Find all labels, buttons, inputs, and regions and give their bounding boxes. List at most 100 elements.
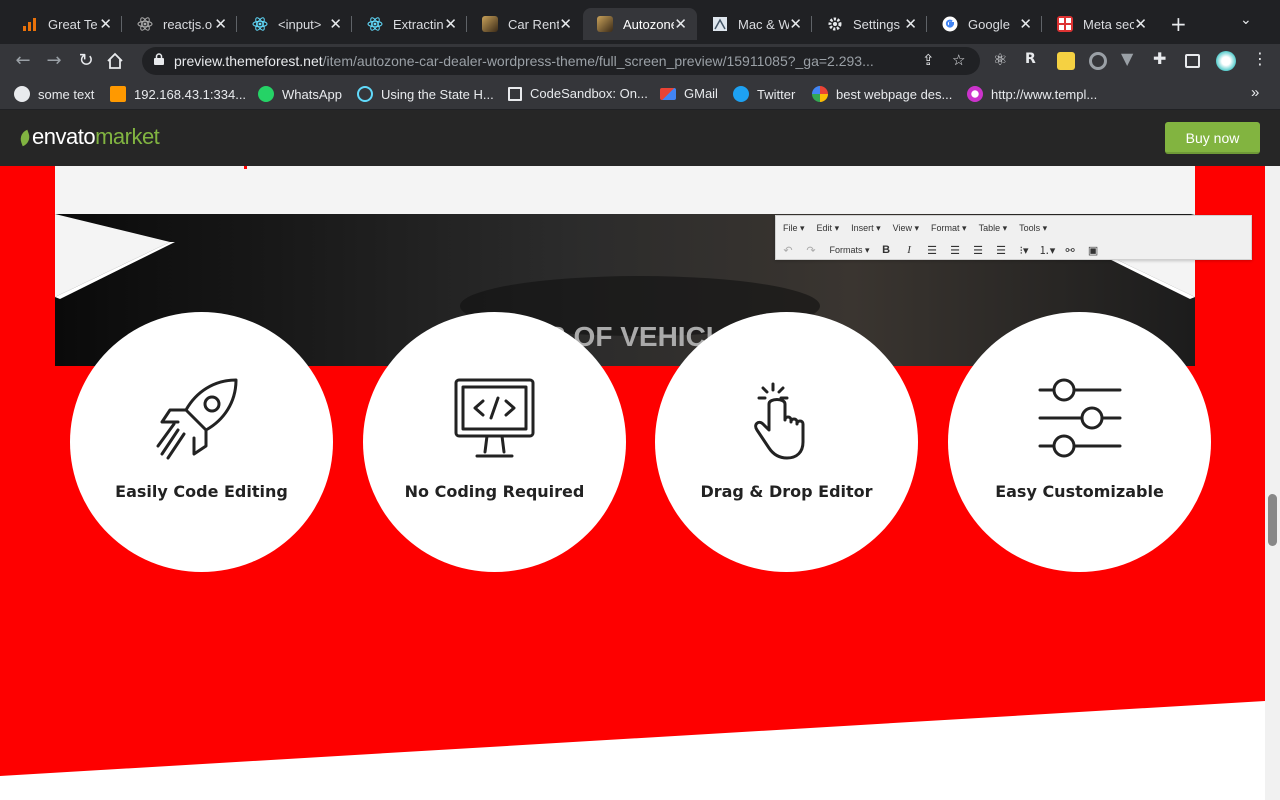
new-tab-button[interactable]: + [1170, 12, 1187, 36]
autozone-favicon [482, 16, 498, 32]
menu-edit[interactable]: Edit ▾ [817, 223, 840, 234]
tab-label: Google [968, 16, 1010, 32]
code-monitor-icon [454, 378, 535, 458]
address-bar[interactable]: preview.themeforest.net/item/autozone-ca… [142, 47, 980, 75]
close-icon[interactable]: ✕ [1019, 15, 1032, 33]
close-icon[interactable]: ✕ [559, 15, 572, 33]
bullet-list-icon[interactable]: ⁝▾ [1016, 242, 1032, 258]
tab-search-icon[interactable]: ⌄ [1240, 12, 1252, 28]
undo-icon[interactable]: ↶ [780, 242, 796, 258]
lock-icon [154, 53, 164, 65]
menu-file[interactable]: File ▾ [783, 223, 805, 234]
bookmark-item[interactable]: GMail [660, 86, 718, 101]
avatar[interactable] [1216, 51, 1236, 71]
bookmark-item[interactable]: Twitter [733, 86, 795, 102]
extension-target-icon[interactable] [1089, 52, 1107, 70]
close-icon[interactable]: ✕ [1134, 15, 1147, 33]
bookmark-item[interactable]: 192.168.43.1:334... [110, 86, 246, 102]
bookmark-item[interactable]: WhatsApp [258, 86, 342, 102]
align-right-icon[interactable]: ☰ [970, 242, 986, 258]
close-icon[interactable]: ✕ [904, 15, 917, 33]
link-icon[interactable]: ⚯ [1062, 242, 1078, 258]
buy-now-button[interactable]: Buy now [1165, 122, 1260, 154]
xampp-icon [110, 86, 126, 102]
menu-insert[interactable]: Insert ▾ [851, 223, 881, 234]
vue-devtools-icon[interactable]: ▼ [1121, 49, 1139, 68]
home-icon[interactable] [106, 52, 124, 70]
close-icon[interactable]: ✕ [444, 15, 457, 33]
tab-label: Autozone [623, 16, 675, 32]
tab-great-tech[interactable]: Great Te ✕ [8, 8, 122, 40]
twitter-icon [733, 86, 749, 102]
menu-view[interactable]: View ▾ [893, 223, 919, 234]
tab-mac[interactable]: Mac & W ✕ [698, 8, 812, 40]
menu-tools[interactable]: Tools ▾ [1019, 223, 1047, 234]
tab-extracting[interactable]: Extractin ✕ [353, 8, 467, 40]
page-scrollbar[interactable] [1265, 166, 1280, 800]
share-icon[interactable]: ⇪ [922, 51, 935, 69]
align-left-icon[interactable]: ☰ [924, 242, 940, 258]
side-panel-icon[interactable] [1185, 54, 1200, 68]
editor-menubar: File ▾ Edit ▾ Insert ▾ View ▾ Format ▾ T… [776, 220, 1251, 236]
bookmark-label: some text [38, 86, 95, 102]
close-icon[interactable]: ✕ [99, 15, 112, 33]
bookmark-star-icon[interactable]: ☆ [952, 51, 965, 69]
react-devtools-icon[interactable]: ⚛ [993, 50, 1011, 69]
tab-label: Settings [853, 16, 900, 32]
close-icon[interactable]: ✕ [789, 15, 802, 33]
numbered-list-icon[interactable]: ⒈▾ [1039, 242, 1056, 258]
tab-reactjs[interactable]: reactjs.o ✕ [123, 8, 237, 40]
tab-label: Car Rent [508, 16, 560, 32]
feature-card: Easy Customizable [948, 312, 1211, 572]
align-justify-icon[interactable]: ☰ [993, 242, 1009, 258]
tab-settings[interactable]: Settings ✕ [813, 8, 927, 40]
tab-meta[interactable]: Meta sec ✕ [1043, 8, 1157, 40]
back-icon[interactable]: ← [10, 48, 36, 74]
envato-logo[interactable]: envatomarket [17, 124, 160, 150]
extension-folder-icon[interactable] [1057, 52, 1075, 70]
tab-label: Extractin [393, 16, 444, 32]
tab-label: Mac & W [738, 16, 790, 32]
reload-icon[interactable]: ↻ [73, 48, 99, 74]
align-center-icon[interactable]: ☰ [947, 242, 963, 258]
extension-r-icon[interactable]: R [1025, 51, 1043, 69]
tab-google[interactable]: Google ✕ [928, 8, 1042, 40]
bookmark-item[interactable]: Using the State H... [357, 86, 494, 102]
bookmarks-bar: some text 192.168.43.1:334... WhatsApp U… [0, 78, 1280, 110]
google-favicon [942, 16, 958, 32]
bookmark-label: WhatsApp [282, 86, 342, 102]
bookmark-item[interactable]: best webpage des... [812, 86, 952, 102]
bookmark-item[interactable]: http://www.templ... [967, 86, 1097, 102]
react-icon [357, 86, 373, 102]
feature-title: Easily Code Editing [115, 482, 288, 501]
tab-autozone[interactable]: Autozone ✕ [583, 8, 697, 40]
globe-icon [14, 86, 30, 102]
tab-input[interactable]: <input> ✕ [238, 8, 352, 40]
scrollbar-thumb[interactable] [1268, 494, 1277, 546]
bookmarks-overflow-button[interactable]: » [1251, 84, 1259, 101]
forward-icon[interactable]: → [41, 48, 67, 74]
bold-icon[interactable]: B [878, 242, 894, 258]
extensions-puzzle-icon[interactable]: ✚ [1153, 49, 1171, 68]
url-text: preview.themeforest.net/item/autozone-ca… [174, 53, 874, 69]
menu-format[interactable]: Format ▾ [931, 223, 967, 234]
menu-table[interactable]: Table ▾ [979, 223, 1008, 234]
close-icon[interactable]: ✕ [674, 15, 687, 33]
bookmark-label: GMail [684, 86, 718, 101]
bookmark-item[interactable]: CodeSandbox: On... [508, 86, 648, 101]
close-icon[interactable]: ✕ [329, 15, 342, 33]
bookmark-item[interactable]: some text [14, 86, 94, 102]
tab-car-rent[interactable]: Car Rent ✕ [468, 8, 582, 40]
editor-toolbar: ↶ ↷ Formats ▾ B I ☰ ☰ ☰ ☰ ⁝▾ ⒈▾ ⚯ ▣ [776, 240, 1251, 260]
wysiwyg-editor-toolbar: File ▾ Edit ▾ Insert ▾ View ▾ Format ▾ T… [775, 215, 1252, 260]
browser-tab-bar: Great Te ✕ reactjs.o ✕ <input> ✕ Extract… [0, 0, 1280, 44]
redo-icon[interactable]: ↷ [803, 242, 819, 258]
close-icon[interactable]: ✕ [214, 15, 227, 33]
bookmark-label: http://www.templ... [991, 86, 1098, 102]
formats-dropdown[interactable]: Formats ▾ [830, 245, 870, 256]
more-menu-icon[interactable]: ⋮ [1252, 49, 1270, 68]
gear-favicon [828, 17, 842, 31]
browser-toolbar: ← → ↻ preview.themeforest.net/item/autoz… [0, 44, 1280, 78]
image-icon[interactable]: ▣ [1085, 242, 1101, 258]
italic-icon[interactable]: I [901, 242, 917, 258]
